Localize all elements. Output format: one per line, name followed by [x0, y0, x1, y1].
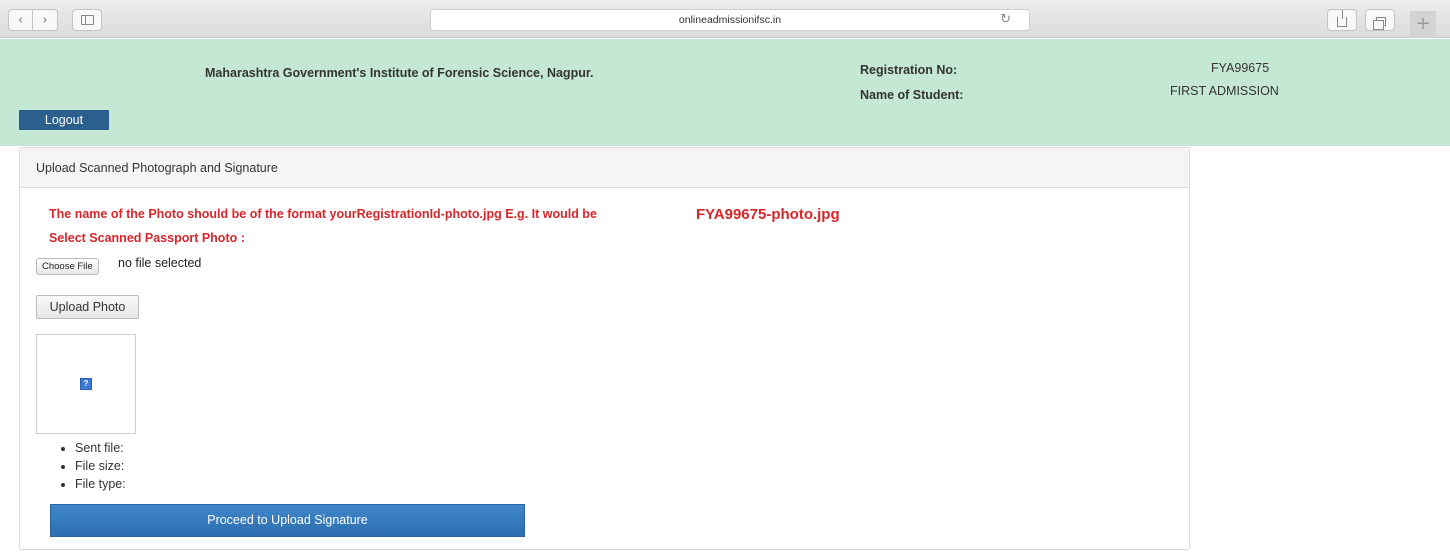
sidebar-icon	[80, 15, 94, 25]
select-photo-label: Select Scanned Passport Photo :	[49, 231, 245, 245]
url-text: onlineadmissionifsc.in	[678, 14, 782, 26]
nav-buttons: ‹ ›	[8, 9, 102, 31]
broken-image-icon: ?	[80, 378, 92, 390]
sent-file-item: Sent file:	[61, 439, 126, 457]
no-file-selected-text: no file selected	[118, 256, 202, 270]
choose-file-button[interactable]: Choose File	[36, 258, 99, 275]
photo-format-note: The name of the Photo should be of the f…	[49, 207, 597, 221]
show-tabs-button[interactable]	[1365, 9, 1395, 31]
logout-button[interactable]: Logout	[19, 110, 109, 130]
institute-title: Maharashtra Government's Institute of Fo…	[205, 66, 594, 80]
new-tab-button[interactable]: +	[1410, 11, 1436, 38]
proceed-to-upload-signature-button[interactable]: Proceed to Upload Signature	[50, 504, 525, 537]
student-name-value: FIRST ADMISSION	[1170, 84, 1279, 98]
sidebar-toggle-button[interactable]	[72, 9, 102, 31]
upload-panel: Upload Scanned Photograph and Signature …	[19, 147, 1190, 550]
browser-toolbar: ‹ › onlineadmissionifsc.in ↻ +	[0, 0, 1450, 38]
photo-preview: ?	[36, 334, 136, 434]
registration-label: Registration No:	[860, 63, 958, 77]
file-info-list: Sent file: File size: File type:	[61, 439, 126, 493]
file-type-item: File type:	[61, 475, 126, 493]
forward-button[interactable]: ›	[33, 9, 58, 31]
upload-photo-button[interactable]: Upload Photo	[36, 295, 139, 319]
share-icon	[1337, 10, 1347, 27]
student-name-label: Name of Student:	[860, 88, 964, 102]
chevron-left-icon: ‹	[17, 12, 24, 28]
chevron-right-icon: ›	[42, 12, 48, 28]
photo-format-example: FYA99675-photo.jpg	[696, 206, 840, 223]
panel-heading: Upload Scanned Photograph and Signature	[20, 148, 1189, 188]
file-size-item: File size:	[61, 457, 126, 475]
back-button[interactable]: ‹	[8, 9, 33, 31]
tabs-icon	[1373, 16, 1386, 30]
reload-icon[interactable]: ↻	[1000, 10, 1011, 30]
site-header: Maharashtra Government's Institute of Fo…	[0, 39, 1450, 146]
registration-value: FYA99675	[1211, 61, 1270, 75]
share-button[interactable]	[1327, 9, 1357, 31]
address-bar[interactable]: onlineadmissionifsc.in ↻	[430, 9, 1030, 31]
